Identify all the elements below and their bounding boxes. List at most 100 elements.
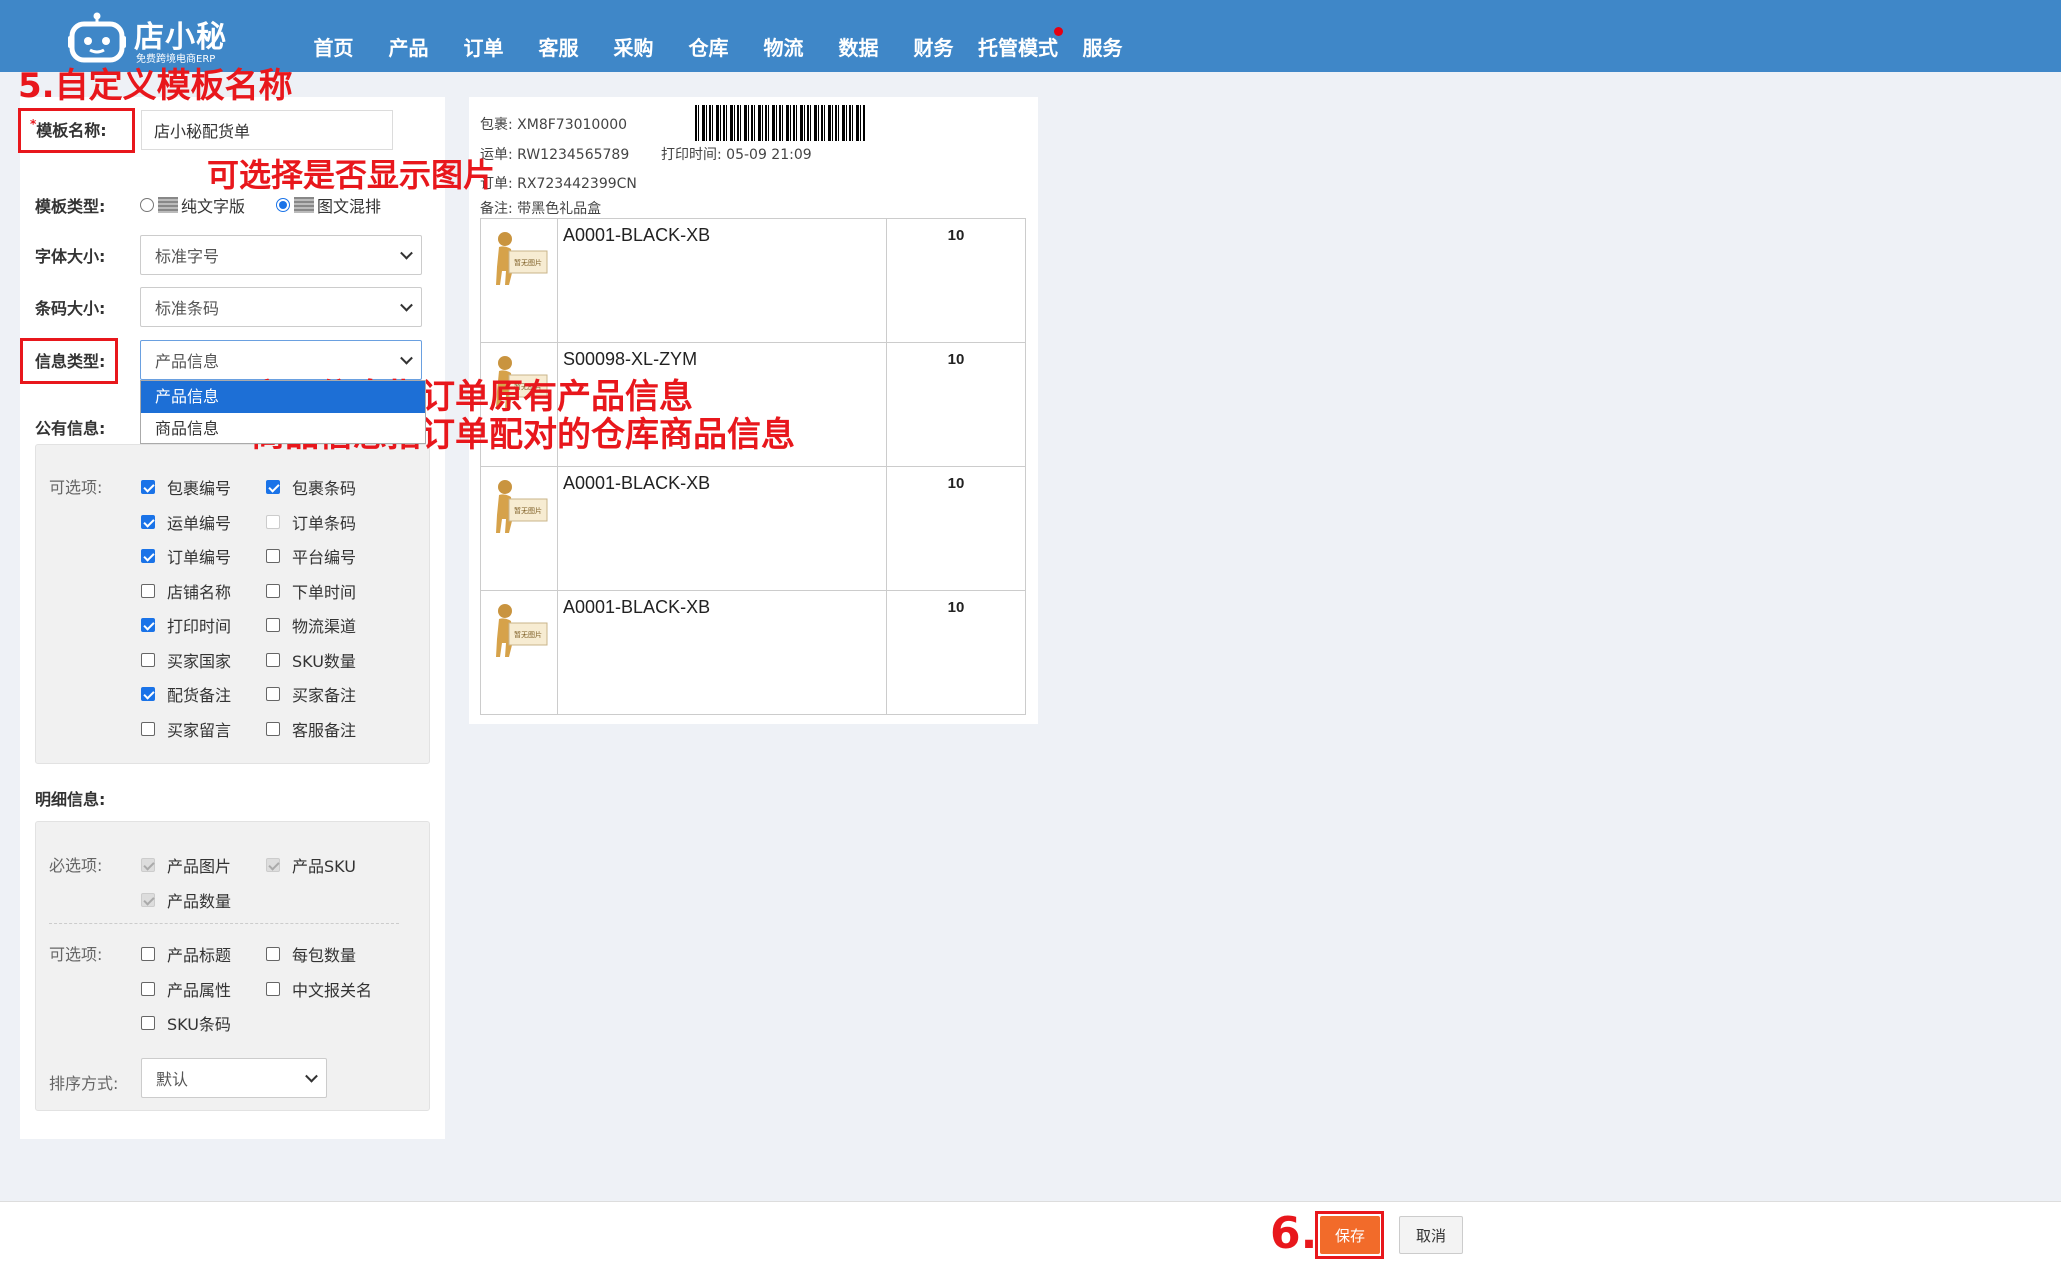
product-sku-cell: A0001-BLACK-XB [558, 219, 887, 342]
nav-logistics[interactable]: 物流 [746, 0, 821, 72]
option-label: 买家留言 [167, 721, 232, 740]
preview-remark-value: 带黑色礼品盒 [517, 201, 602, 217]
divider [49, 923, 399, 924]
checkbox [141, 947, 155, 961]
nav-hosting-mode[interactable]: 托管模式 [971, 0, 1065, 72]
nav-customer-service[interactable]: 客服 [521, 0, 596, 72]
checkbox [266, 947, 280, 961]
option-product-title[interactable]: 产品标题 [141, 942, 231, 966]
step5-annotation: 5.自定义模板名称 [18, 66, 293, 106]
option-picking-remark[interactable]: 配货备注 [141, 682, 231, 706]
radio-text-only[interactable]: 纯文字版 [140, 193, 245, 217]
checkbox [141, 858, 155, 872]
font-size-select[interactable]: 标准字号 [140, 235, 422, 275]
option-buyer-message[interactable]: 买家留言 [141, 717, 231, 741]
option-sku-barcode[interactable]: SKU条码 [141, 1011, 231, 1035]
option-order-time[interactable]: 下单时间 [266, 579, 356, 603]
checkbox [141, 515, 155, 529]
no-image-text: 暂无图片 [514, 258, 542, 267]
product-qty-cell: 10 [947, 351, 965, 368]
nav-finance[interactable]: 财务 [896, 0, 971, 72]
nav-orders[interactable]: 订单 [446, 0, 521, 72]
required-label: 必选项: [49, 856, 103, 875]
cancel-button[interactable]: 取消 [1399, 1216, 1463, 1254]
checkbox [141, 687, 155, 701]
sort-select[interactable]: 默认 [141, 1058, 327, 1098]
nav-warehouse[interactable]: 仓库 [671, 0, 746, 72]
option-label: 订单条码 [292, 514, 357, 533]
checkbox [141, 722, 155, 736]
radio-image-text[interactable]: 图文混排 [276, 193, 381, 217]
option-store-name[interactable]: 店铺名称 [141, 579, 231, 603]
checkbox [266, 515, 280, 529]
option-product-attributes[interactable]: 产品属性 [141, 977, 231, 1001]
option-label: 配货备注 [167, 686, 232, 705]
option-platform-number[interactable]: 平台编号 [266, 544, 356, 568]
option-label: 产品标题 [167, 946, 232, 965]
option-order-barcode[interactable]: 订单条码 [266, 510, 356, 534]
no-image-placeholder-icon: 暂无图片 [496, 480, 548, 533]
checkbox [266, 480, 280, 494]
top-nav-bar: 店小秘 免费跨境电商ERP 首页 产品 订单 客服 采购 仓库 物流 数据 财务… [0, 0, 2061, 72]
option-cs-remark[interactable]: 客服备注 [266, 717, 356, 741]
option-label: 下单时间 [292, 583, 357, 602]
option-package-barcode[interactable]: 包裹条码 [266, 475, 356, 499]
main-nav: 首页 产品 订单 客服 采购 仓库 物流 数据 财务 托管模式 服务 [296, 0, 1140, 72]
logo[interactable]: 店小秘 免费跨境电商ERP [68, 8, 228, 65]
option-order-number[interactable]: 订单编号 [141, 544, 231, 568]
product-image-cell: 暂无图片 [481, 219, 558, 342]
option-label: 包裹编号 [167, 479, 232, 498]
option-waybill-number[interactable]: 运单编号 [141, 510, 231, 534]
option-label: 每包数量 [292, 946, 357, 965]
template-name-input[interactable]: 店小秘配货单 [141, 110, 393, 150]
option-buyer-country[interactable]: 买家国家 [141, 648, 231, 672]
barcode-size-label: 条码大小: [35, 299, 106, 318]
product-sku-cell: A0001-BLACK-XB [558, 467, 887, 590]
radio-image-text-label: 图文混排 [317, 197, 382, 216]
checkbox [266, 618, 280, 632]
preview-package-value: XM8F73010000 [517, 117, 628, 133]
option-chinese-declaration-name[interactable]: 中文报关名 [266, 977, 372, 1001]
checkbox [141, 1016, 155, 1030]
dropdown-option-goods-info[interactable]: 商品信息 [141, 413, 425, 445]
option-label: 平台编号 [292, 548, 357, 567]
option-sku-count[interactable]: SKU数量 [266, 648, 356, 672]
radio-circle [140, 198, 154, 212]
product-sku-cell: A0001-BLACK-XB [558, 591, 887, 715]
checkbox [266, 549, 280, 563]
checkbox [141, 549, 155, 563]
preview-product-table: 暂无图片 A0001-BLACK-XB 10 暂无图片 S00098-XL-ZY… [480, 218, 1026, 715]
no-image-text: 暂无图片 [514, 630, 542, 639]
option-buyer-remark[interactable]: 买家备注 [266, 682, 356, 706]
dropdown-option-product-info[interactable]: 产品信息 [141, 381, 425, 413]
nav-services[interactable]: 服务 [1065, 0, 1140, 72]
preview-waybill-value: RW1234565789 [517, 147, 630, 163]
nav-hosting-mode-label: 托管模式 [978, 36, 1058, 60]
option-logistics-channel[interactable]: 物流渠道 [266, 613, 356, 637]
preview-print-time-value: 05-09 21:09 [726, 147, 812, 163]
notification-dot [1054, 27, 1063, 36]
nav-data[interactable]: 数据 [821, 0, 896, 72]
option-print-time[interactable]: 打印时间 [141, 613, 231, 637]
step6-annotation: 6. [1270, 1208, 1318, 1259]
option-label: 买家备注 [292, 686, 357, 705]
nav-purchasing[interactable]: 采购 [596, 0, 671, 72]
detail-optional-label: 可选项: [49, 945, 103, 964]
nav-home[interactable]: 首页 [296, 0, 371, 72]
nav-products[interactable]: 产品 [371, 0, 446, 72]
option-label: 产品属性 [167, 981, 232, 1000]
preview-print-time-label: 打印时间: [661, 147, 722, 163]
option-package-number[interactable]: 包裹编号 [141, 475, 231, 499]
save-button[interactable]: 保存 [1320, 1216, 1380, 1254]
info-type-highlight [20, 338, 118, 384]
chevron-down-icon [305, 1069, 318, 1083]
info-type-select[interactable]: 产品信息 [140, 340, 422, 380]
option-qty-per-package[interactable]: 每包数量 [266, 942, 356, 966]
preview-waybill: 运单: RW1234565789 [480, 144, 629, 164]
info-type-dropdown: 产品信息 商品信息 [140, 380, 426, 444]
required-product-sku: 产品SKU [266, 853, 356, 877]
preview-print-time: 打印时间: 05-09 21:09 [661, 144, 812, 164]
barcode-size-select[interactable]: 标准条码 [140, 287, 422, 327]
font-size-value: 标准字号 [155, 247, 220, 266]
template-type-label: 模板类型: [35, 197, 106, 216]
